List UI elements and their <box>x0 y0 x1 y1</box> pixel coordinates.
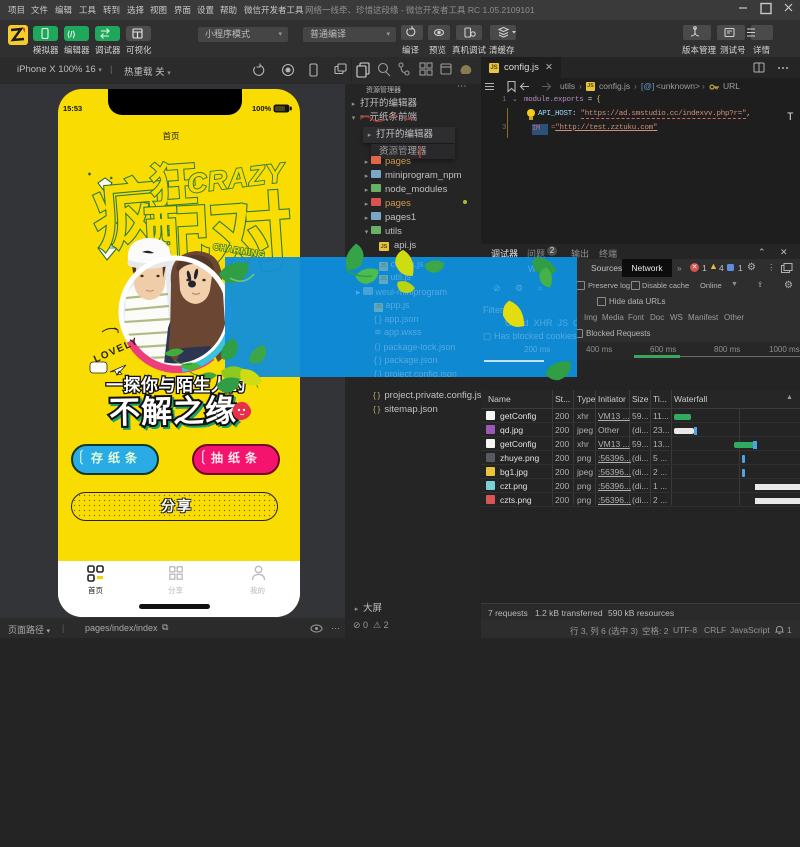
svg-text:不解之缘: 不解之缘 <box>109 393 238 430</box>
svg-text:⟨/⟩: ⟨/⟩ <box>67 30 75 39</box>
svg-text:一探你与陌生人的: 一探你与陌生人的 <box>106 375 246 395</box>
